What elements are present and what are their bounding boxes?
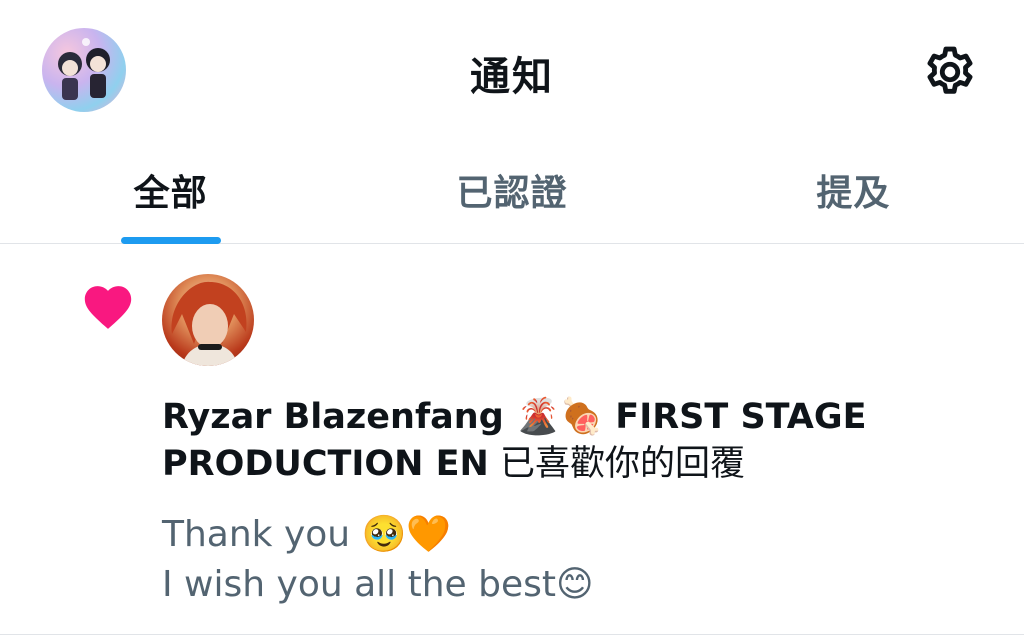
reply-preview: Thank you 🥹🧡 I wish you all the best😊	[162, 510, 922, 610]
reply-line-2: I wish you all the best😊	[162, 564, 594, 605]
actor-avatar[interactable]	[162, 274, 254, 366]
page-title: 通知	[470, 54, 554, 100]
header: 通知	[0, 0, 1024, 140]
notification-action: 已喜歡你的回覆	[488, 444, 745, 484]
heart-icon	[84, 286, 132, 329]
tab-all-label: 全部	[133, 173, 208, 214]
tab-verified[interactable]: 已認證	[341, 140, 682, 243]
notification-item[interactable]: Ryzar Blazenfang 🌋🍖 FIRST STAGE PRODUCTI…	[0, 244, 1024, 635]
settings-button[interactable]	[918, 40, 982, 104]
actor-avatar-illustration	[171, 281, 247, 366]
notification-tabs: 全部 已認證 提及	[0, 140, 1024, 244]
tab-mentions-label: 提及	[816, 173, 891, 214]
notification-text: Ryzar Blazenfang 🌋🍖 FIRST STAGE PRODUCTI…	[162, 394, 922, 488]
reply-line-1: Thank you 🥹🧡	[162, 514, 452, 555]
tab-all[interactable]: 全部	[0, 140, 341, 244]
tab-verified-label: 已認證	[456, 173, 568, 214]
tab-mentions[interactable]: 提及	[683, 140, 1024, 243]
gear-icon	[927, 46, 973, 94]
active-tab-indicator	[120, 237, 221, 244]
notifications-screen: 通知 全部 已認證 提及 Ryzar Blazenfang 🌋🍖 FIRST S…	[0, 0, 1024, 638]
